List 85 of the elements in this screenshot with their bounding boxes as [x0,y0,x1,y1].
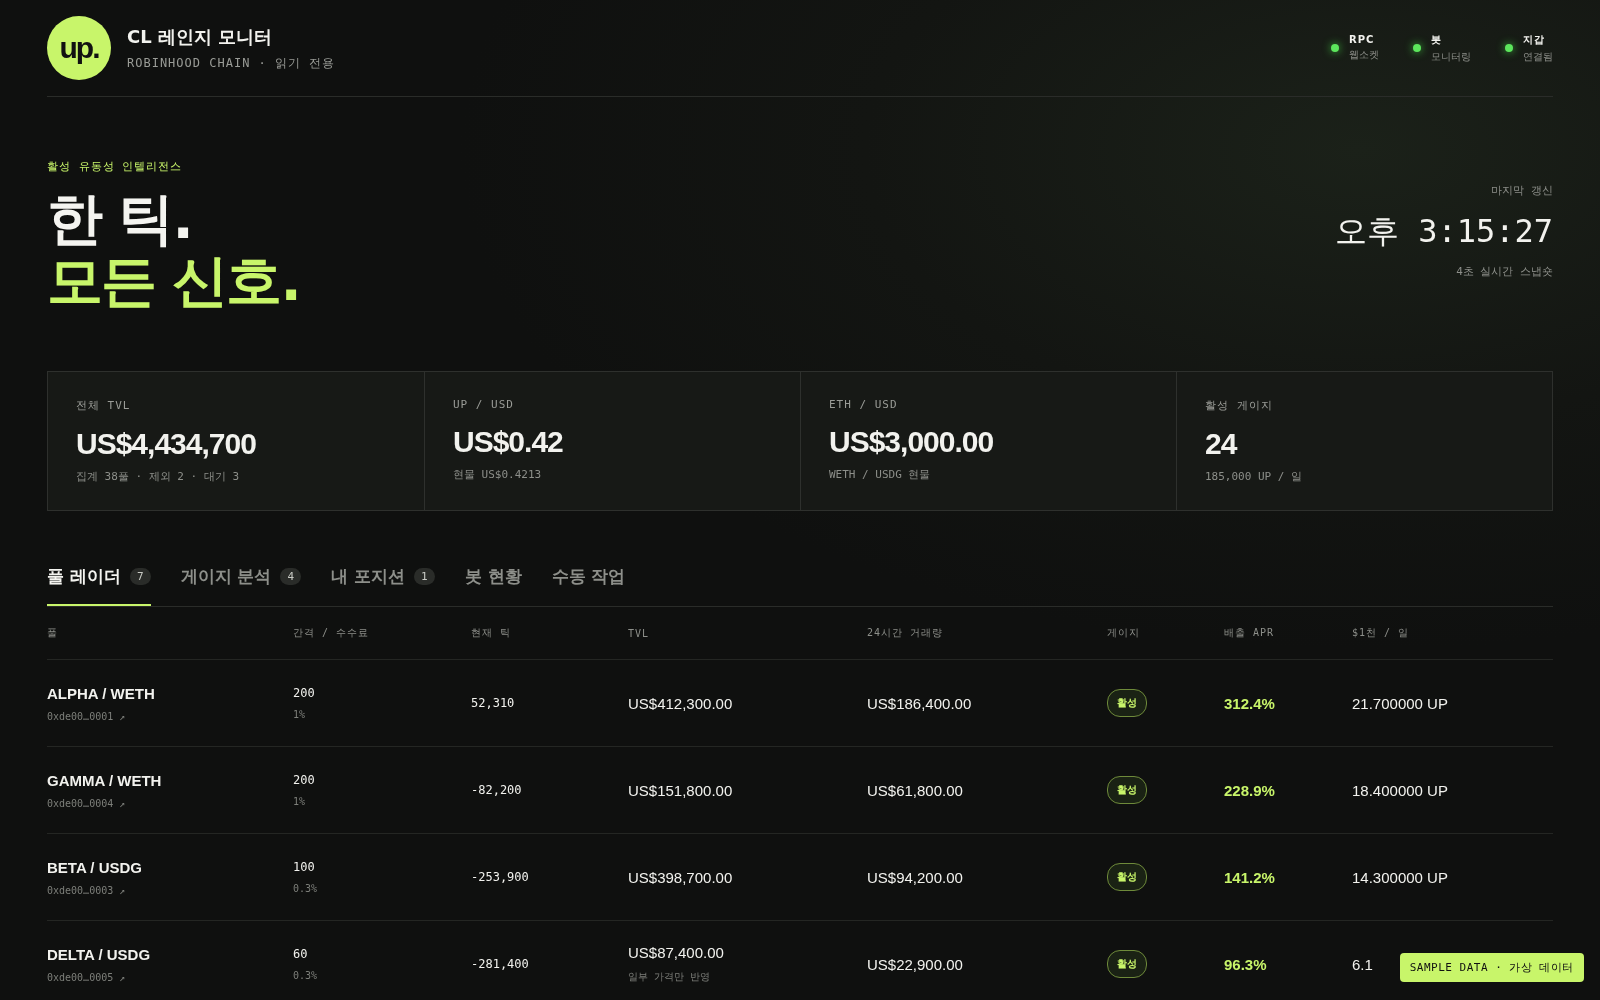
stat-note: 185,000 UP / 일 [1205,469,1304,484]
column-header: 24시간 거래량 [867,626,945,640]
status-label: RPC [1349,34,1376,45]
stat-value: 24 [1205,427,1238,461]
address-link[interactable]: 0xde00…0005 ↗ [47,971,126,983]
tick-spacing: 200 [293,773,315,787]
hero-title: 모든 신호. [47,250,300,312]
tvl-value: US$87,400.00 [628,944,724,961]
eyebrow-text: 활성 유동성 인텔리전스 [47,159,184,174]
stat-label: ETH / USD [829,398,899,411]
column-header: TVL [628,627,651,639]
stat-note: WETH / USDG 현물 [829,467,932,482]
stat-value: US$4,434,700 [76,427,257,461]
tab-count: 1 [414,568,435,585]
reward-per-day: 21.700000 UP [1352,694,1448,712]
column-header: $1천 / 일 [1352,626,1411,640]
fee-text: 0.3% [293,883,318,894]
pool-name: BETA / USDG [47,858,142,876]
gauge-status: 활성 [1107,776,1147,804]
pool-name: GAMMA / WETH [47,771,162,789]
address-link[interactable]: 0xde00…0004 ↗ [47,797,126,809]
volume-value: US$22,900.00 [867,955,963,973]
stat-note: 현물 US$0.4213 [453,467,543,482]
tab-count: 7 [129,568,151,585]
tvl-note: 일부 가격만 반영 [628,970,711,984]
status-detail: 연결됨 [1523,49,1553,64]
volume-value: US$186,400.00 [867,694,972,712]
volume-value: US$94,200.00 [867,868,963,886]
tab-count: 4 [280,568,302,585]
stat-label: 전체 TVL [76,398,132,413]
status-label: 봇 [1431,32,1443,47]
pool-name: DELTA / USDG [47,945,151,963]
hero-title: 한 틱. [47,188,193,250]
sample-data-badge: SAMPLE DATA · 가상 데이터 [1399,953,1584,982]
tab[interactable]: 내 포지션 1 [331,561,435,606]
status-detail: 모니터링 [1431,49,1471,64]
tvl-value: US$398,700.00 [628,868,733,886]
pool-name: ALPHA / WETH [47,684,155,702]
reward-per-day: 18.400000 UP [1352,781,1448,799]
column-header: 풀 [47,626,59,640]
current-tick: -82,200 [471,783,522,797]
app-title: CL 레인지 모니터 [127,24,274,49]
reward-per-day: 14.300000 UP [1352,868,1448,886]
clock-note: 4초 실시간 스냅숏 [1455,264,1553,279]
status-detail: 웹소켓 [1349,48,1379,62]
stat-value: US$0.42 [453,425,564,459]
tab[interactable]: 게이지 분석 4 [180,561,302,606]
address-link[interactable]: 0xde00…0003 ↗ [47,884,126,896]
fee-text: 1% [293,709,306,720]
tvl-value: US$412,300.00 [628,694,733,712]
stat-value: US$3,000.00 [829,425,995,459]
app-subtitle: ROBINHOOD CHAIN · 읽기 전용 [127,54,336,72]
gauge-status: 활성 [1107,950,1147,978]
tick-spacing: 60 [293,947,308,961]
gauge-status: 활성 [1107,863,1147,891]
stat-label: 활성 게이지 [1205,398,1274,413]
current-tick: -253,900 [471,870,529,884]
apr-value: 141.2% [1224,868,1275,886]
tvl-value: US$151,800.00 [628,781,733,799]
current-tick: -281,400 [471,957,529,971]
stat-label: UP / USD [453,398,515,411]
apr-value: 228.9% [1224,781,1275,799]
tab[interactable]: 수동 작업 [551,561,626,606]
clock-label: 마지막 갱신 [1490,183,1553,198]
column-header: 게이지 [1107,626,1141,640]
logo: up. [47,16,111,80]
column-header: 배출 APR [1224,626,1276,640]
stat-note: 집계 38풀 · 제외 2 · 대기 3 [76,469,241,484]
apr-value: 96.3% [1224,955,1267,973]
status-label: 지갑 [1523,32,1546,47]
apr-value: 312.4% [1224,694,1275,712]
tab[interactable]: 풀 레이더 7 [47,561,151,606]
volume-value: US$61,800.00 [867,781,963,799]
column-header: 현재 틱 [471,626,513,640]
reward-per-day: 6.1 [1352,955,1373,973]
column-header: 간격 / 수수료 [293,626,371,640]
fee-text: 1% [293,796,306,807]
address-link[interactable]: 0xde00…0001 ↗ [47,710,126,722]
gauge-status: 활성 [1107,689,1147,717]
tab[interactable]: 봇 현황 [464,561,522,606]
clock-time: 오후 3:15:27 [1334,211,1553,252]
fee-text: 0.3% [293,970,318,981]
tick-spacing: 200 [293,686,315,700]
tick-spacing: 100 [293,860,315,874]
current-tick: 52,310 [471,696,515,710]
